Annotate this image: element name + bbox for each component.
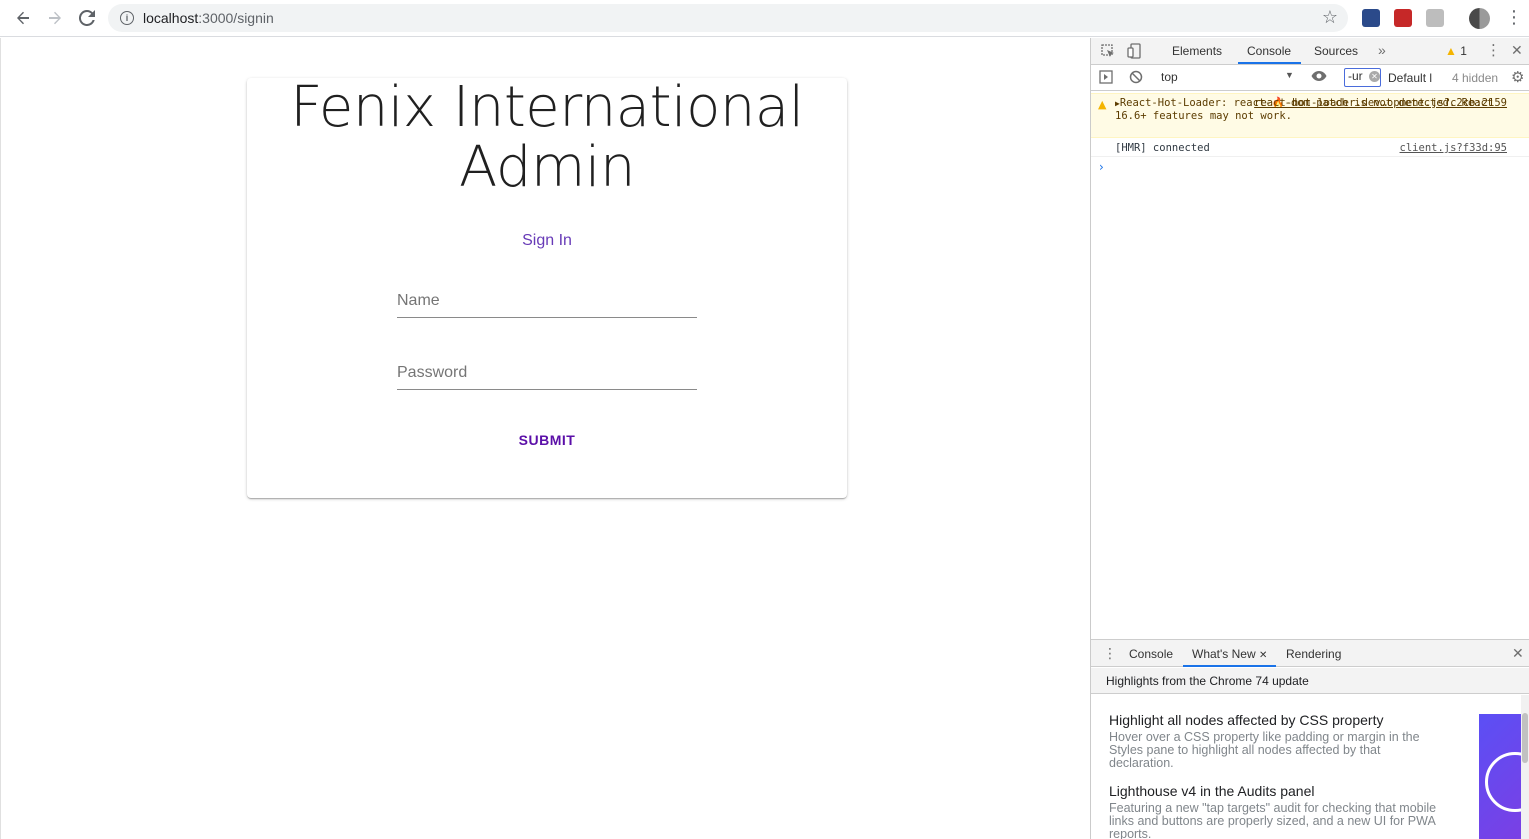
submit-button[interactable]: SUBMIT	[497, 422, 597, 458]
eye-icon[interactable]	[1311, 70, 1327, 85]
close-tab-icon[interactable]: ✕	[1259, 650, 1267, 661]
console-filter-input[interactable]: -ur ✕	[1344, 68, 1381, 87]
console-toolbar: top ▼ -ur ✕ Default l 4 hidden ⚙	[1091, 65, 1529, 91]
warning-source-link[interactable]: react-hot-loader.dev…opment.js?c2cb:2159	[1254, 97, 1507, 109]
password-input[interactable]	[397, 360, 697, 386]
clear-console-icon[interactable]	[1129, 70, 1143, 87]
tab-elements[interactable]: Elements	[1172, 44, 1222, 58]
warning-icon: ▲	[1098, 98, 1107, 111]
signin-card: Fenix International Admin Sign In SUBMIT	[247, 78, 847, 498]
bookmark-star-icon[interactable]: ☆	[1322, 7, 1338, 28]
url-text[interactable]: localhost:3000/signin	[143, 10, 274, 26]
drawer-active-indicator	[1183, 665, 1276, 667]
chevron-down-icon: ▼	[1285, 70, 1294, 80]
more-tabs-icon[interactable]: »	[1378, 42, 1386, 58]
active-tab-indicator	[1238, 62, 1301, 64]
url-host: localhost	[143, 10, 199, 26]
reload-button[interactable]	[74, 6, 100, 30]
browser-menu-icon[interactable]: ⋮	[1505, 7, 1523, 27]
arrow-left-icon	[17, 11, 29, 25]
drawer-tabbar: ⋮ Console What's New ✕ Rendering ✕	[1091, 639, 1529, 667]
whats-new-item-title: Lighthouse v4 in the Audits panel	[1109, 783, 1315, 799]
signin-heading: Sign In	[522, 232, 572, 249]
back-button[interactable]	[10, 6, 36, 30]
close-drawer-icon[interactable]: ✕	[1512, 645, 1524, 662]
sidebar-toggle-icon[interactable]	[1099, 70, 1113, 87]
log-levels-select[interactable]: Default l	[1388, 71, 1432, 85]
close-devtools-icon[interactable]: ✕	[1511, 42, 1523, 59]
log-text: [HMR] connected	[1115, 142, 1210, 154]
whats-new-item-desc: Hover over a CSS property like padding o…	[1109, 730, 1420, 770]
drawer-tab-rendering[interactable]: Rendering	[1286, 647, 1341, 661]
extension-3-icon[interactable]	[1426, 9, 1444, 27]
console-log-message[interactable]: [HMR] connected client.js?f33d:95	[1091, 139, 1529, 157]
browser-toolbar: i localhost:3000/signin ☆ ⋮	[0, 0, 1529, 37]
extension-1-icon[interactable]	[1362, 9, 1380, 27]
devtools-tabbar: Elements Console Sources » ▲ 1 ⋮ ✕	[1091, 38, 1529, 65]
inspect-element-icon[interactable]	[1101, 44, 1115, 61]
tab-console[interactable]: Console	[1247, 44, 1291, 58]
extension-2-icon[interactable]	[1394, 9, 1412, 27]
whats-new-heading: Highlights from the Chrome 74 update	[1106, 674, 1309, 688]
scrollbar-thumb[interactable]	[1522, 713, 1528, 763]
context-select[interactable]: top	[1161, 70, 1297, 84]
whats-new-item-desc: Featuring a new "tap targets" audit for …	[1109, 801, 1437, 839]
forward-button[interactable]	[42, 6, 68, 30]
drawer-menu-icon[interactable]: ⋮	[1103, 645, 1117, 662]
drawer-tab-console[interactable]: Console	[1129, 647, 1173, 661]
console-settings-gear-icon[interactable]: ⚙	[1511, 68, 1524, 86]
clear-filter-icon[interactable]: ✕	[1369, 71, 1380, 82]
url-path: :3000/signin	[198, 10, 274, 26]
arrow-right-icon	[49, 11, 61, 25]
console-prompt[interactable]: ›	[1099, 160, 1104, 174]
name-input[interactable]	[397, 288, 697, 314]
name-field[interactable]	[397, 278, 697, 318]
warning-badge[interactable]: ▲ 1	[1445, 44, 1467, 58]
info-icon[interactable]: i	[120, 11, 134, 25]
drawer-tab-whats-new[interactable]: What's New ✕	[1192, 647, 1267, 661]
whats-new-label: What's New	[1192, 647, 1256, 661]
profile-avatar[interactable]	[1469, 8, 1490, 29]
warning-count: 1	[1460, 44, 1467, 58]
whats-new-item[interactable]: Lighthouse v4 in the Audits panel Featur…	[1109, 782, 1444, 839]
reload-icon	[79, 10, 95, 26]
filter-value: -ur	[1348, 69, 1363, 83]
page-viewport: Fenix International Admin Sign In SUBMIT	[0, 38, 1090, 839]
whats-new-content: Highlight all nodes affected by CSS prop…	[1091, 695, 1529, 839]
devtools-menu-icon[interactable]: ⋮	[1486, 41, 1501, 59]
whats-new-item[interactable]: Highlight all nodes affected by CSS prop…	[1109, 711, 1444, 770]
console-warning-message[interactable]: ▲ ▶React-Hot-Loader: react-🔥-dom patch i…	[1091, 93, 1529, 138]
devtools-panel: Elements Console Sources » ▲ 1 ⋮ ✕ top ▼…	[1090, 38, 1529, 839]
password-field[interactable]	[397, 350, 697, 390]
hidden-count: 4 hidden	[1452, 71, 1499, 85]
whats-new-header: Highlights from the Chrome 74 update	[1091, 668, 1529, 694]
console-messages: ▲ ▶React-Hot-Loader: react-🔥-dom patch i…	[1091, 92, 1529, 638]
whats-new-item-title: Highlight all nodes affected by CSS prop…	[1109, 712, 1384, 728]
log-source-link[interactable]: client.js?f33d:95	[1400, 142, 1507, 154]
address-bar[interactable]: i localhost:3000/signin ☆	[108, 4, 1348, 32]
drawer-scrollbar[interactable]	[1521, 695, 1529, 839]
whats-new-thumbnail	[1479, 714, 1521, 839]
page-title: Fenix International Admin	[290, 75, 804, 200]
tab-sources[interactable]: Sources	[1314, 44, 1358, 58]
device-toolbar-icon[interactable]	[1127, 43, 1141, 62]
warning-icon: ▲	[1445, 44, 1457, 58]
